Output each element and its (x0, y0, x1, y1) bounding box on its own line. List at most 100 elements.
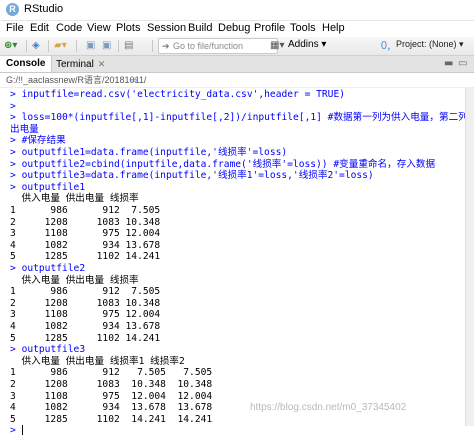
console-line-text: #保存结果 (21, 135, 66, 147)
working-directory-path: G:/!!_aaclassnew/R语言/20181011/ (6, 75, 147, 85)
console-command-line: > (10, 101, 22, 113)
goto-file-input[interactable]: ➔ Go to file/function (158, 38, 278, 54)
console-line-text: 供入电量 供出电量 线损率 (10, 274, 139, 286)
menu-edit[interactable]: Edit (30, 22, 49, 34)
menu-session[interactable]: Session (147, 22, 186, 34)
tab-console[interactable]: Console (0, 56, 53, 72)
console-output-line: 3 1108 975 12.004 (10, 309, 160, 321)
console-line-text: 2 1208 1083 10.348 10.348 (10, 379, 213, 390)
console-output-line: 3 1108 975 12.004 12.004 (10, 391, 212, 403)
console-prompt: > (10, 425, 22, 437)
console-prompt: > (10, 170, 22, 182)
console-output-line: 1 986 912 7.505 (10, 286, 160, 298)
go-to-directory-icon[interactable]: ⇨ (130, 73, 138, 87)
close-icon[interactable]: ✕ (98, 59, 106, 69)
console-command-line: > outputfile3=data.frame(inputfile,'线损率1… (10, 170, 374, 182)
addins-label: Addins (288, 39, 319, 50)
new-file-icon[interactable]: ⊕▾ (4, 39, 17, 52)
console-output-line: 4 1082 934 13.678 (10, 240, 160, 252)
toolbar-divider (26, 40, 27, 52)
console-output-line: 供入电量 供出电量 线损率 (10, 193, 139, 205)
toolbar-divider (48, 40, 49, 52)
console-prompt: > (10, 344, 22, 356)
console-line-text: outputfile2 (21, 263, 86, 274)
console-command-line: > outputfile2=cbind(inputfile,data.frame… (10, 159, 435, 171)
console-command-line: > outputfile1 (10, 182, 85, 194)
console-prompt: > (10, 158, 22, 170)
maximize-pane-icon[interactable]: ▭ (458, 58, 467, 69)
menu-tools[interactable]: Tools (290, 22, 316, 34)
console-scrollbar[interactable] (465, 88, 474, 426)
menu-file[interactable]: File (6, 22, 24, 34)
project-menu[interactable]: Project: (None) ▾ (396, 39, 464, 50)
console-prompt: > (10, 135, 22, 147)
menu-bar: File Edit Code View Plots Session Build … (0, 21, 474, 37)
console-line-text: outputfile1 (21, 181, 86, 193)
console-line-text: outputfile2=cbind(inputfile,data.frame('… (21, 158, 436, 170)
console-output-line: 5 1285 1102 14.241 (10, 333, 160, 345)
new-project-icon[interactable]: ◈ (32, 39, 40, 52)
console-output-line: 2 1208 1083 10.348 10.348 (10, 379, 212, 391)
toolbar-divider (76, 40, 77, 52)
console-output-line: 3 1108 975 12.004 (10, 228, 160, 240)
console-line-text: 5 1285 1102 14.241 (10, 332, 161, 344)
console-line-text: loss=100*(inputfile[,1]-inputfile[,2])/i… (21, 112, 474, 124)
tab-terminal[interactable]: Terminal ✕ (50, 56, 111, 72)
console-line-text: outputfile1=data.frame(inputfile,'线损率'=l… (21, 147, 288, 158)
console-line-text: 出电量 (10, 123, 39, 135)
addins-button[interactable]: Addins ▾ (288, 39, 326, 50)
tab-console-label: Console (6, 58, 46, 69)
console-output-line: 4 1082 934 13.678 13.678 (10, 402, 212, 414)
console-line-text: 1 986 912 7.505 (10, 286, 161, 298)
go-to-arrow-icon: ➔ (162, 41, 170, 51)
text-cursor (21, 425, 23, 436)
watermark: https://blog.csdn.net/m0_37345402 (250, 402, 407, 413)
console-output-line: 1 986 912 7.505 7.505 (10, 367, 212, 379)
console-line-text: 1 986 912 7.505 (10, 205, 161, 216)
console-prompt: > (10, 112, 22, 124)
menu-profile[interactable]: Profile (254, 22, 285, 34)
console-line-text: 2 1208 1083 10.348 (10, 297, 161, 309)
goto-placeholder: Go to file/function (173, 41, 244, 51)
working-directory-bar: G:/!!_aaclassnew/R语言/20181011/ ⇨ (0, 73, 474, 88)
console-line-text: outputfile3 (21, 344, 86, 356)
open-file-icon[interactable]: ▰▾ (54, 39, 67, 52)
window-title: RStudio (24, 3, 64, 15)
console-prompt: > (10, 100, 22, 112)
tab-terminal-label: Terminal (56, 59, 94, 70)
console-prompt: > (10, 263, 22, 274)
grid-icon[interactable]: ▦▾ (270, 39, 284, 52)
console-command-line: > (10, 425, 23, 437)
menu-plots[interactable]: Plots (116, 22, 140, 34)
console-command-line: > #保存结果 (10, 135, 66, 147)
console-line-text: 4 1082 934 13.678 13.678 (10, 402, 213, 414)
console-line-text: 3 1108 975 12.004 (10, 309, 161, 321)
menu-help[interactable]: Help (322, 22, 345, 34)
console-line-text: outputfile3=data.frame(inputfile,'线损率1'=… (21, 170, 374, 182)
console-prompt: > (10, 147, 22, 158)
r-project-icon: 🄁 (380, 39, 391, 52)
console-output-line: 1 986 912 7.505 (10, 205, 160, 217)
pane-tab-bar: Console Terminal ✕ (0, 56, 474, 73)
console-output-line: 5 1285 1102 14.241 14.241 (10, 414, 212, 426)
menu-debug[interactable]: Debug (218, 22, 250, 34)
project-label: Project: (None) (396, 39, 457, 49)
menu-build[interactable]: Build (188, 22, 212, 34)
rstudio-logo-icon: R (6, 3, 19, 16)
console-command-line: > loss=100*(inputfile[,1]-inputfile[,2])… (10, 112, 474, 124)
console-line-text: inputfile=read.csv('electricity_data.csv… (21, 89, 346, 100)
save-icon[interactable]: ▣ (86, 39, 95, 52)
console-command-line: > inputfile=read.csv('electricity_data.c… (10, 89, 345, 101)
toolbar-divider (152, 40, 153, 52)
console-line-text: 供入电量 供出电量 线损率 (10, 193, 139, 205)
minimize-pane-icon[interactable]: ▬ (444, 58, 453, 69)
console-output-line: 2 1208 1083 10.348 (10, 217, 160, 229)
console-line-text: 1 986 912 7.505 7.505 (10, 367, 213, 379)
console-line-text: 4 1082 934 13.678 (10, 321, 161, 332)
menu-code[interactable]: Code (56, 22, 82, 34)
save-all-icon[interactable]: ▣ (102, 39, 111, 52)
menu-view[interactable]: View (87, 22, 111, 34)
console-line-text: 3 1108 975 12.004 12.004 (10, 390, 213, 402)
console-output[interactable]: > inputfile=read.csv('electricity_data.c… (0, 88, 474, 436)
print-icon[interactable]: ▤ (124, 39, 133, 52)
